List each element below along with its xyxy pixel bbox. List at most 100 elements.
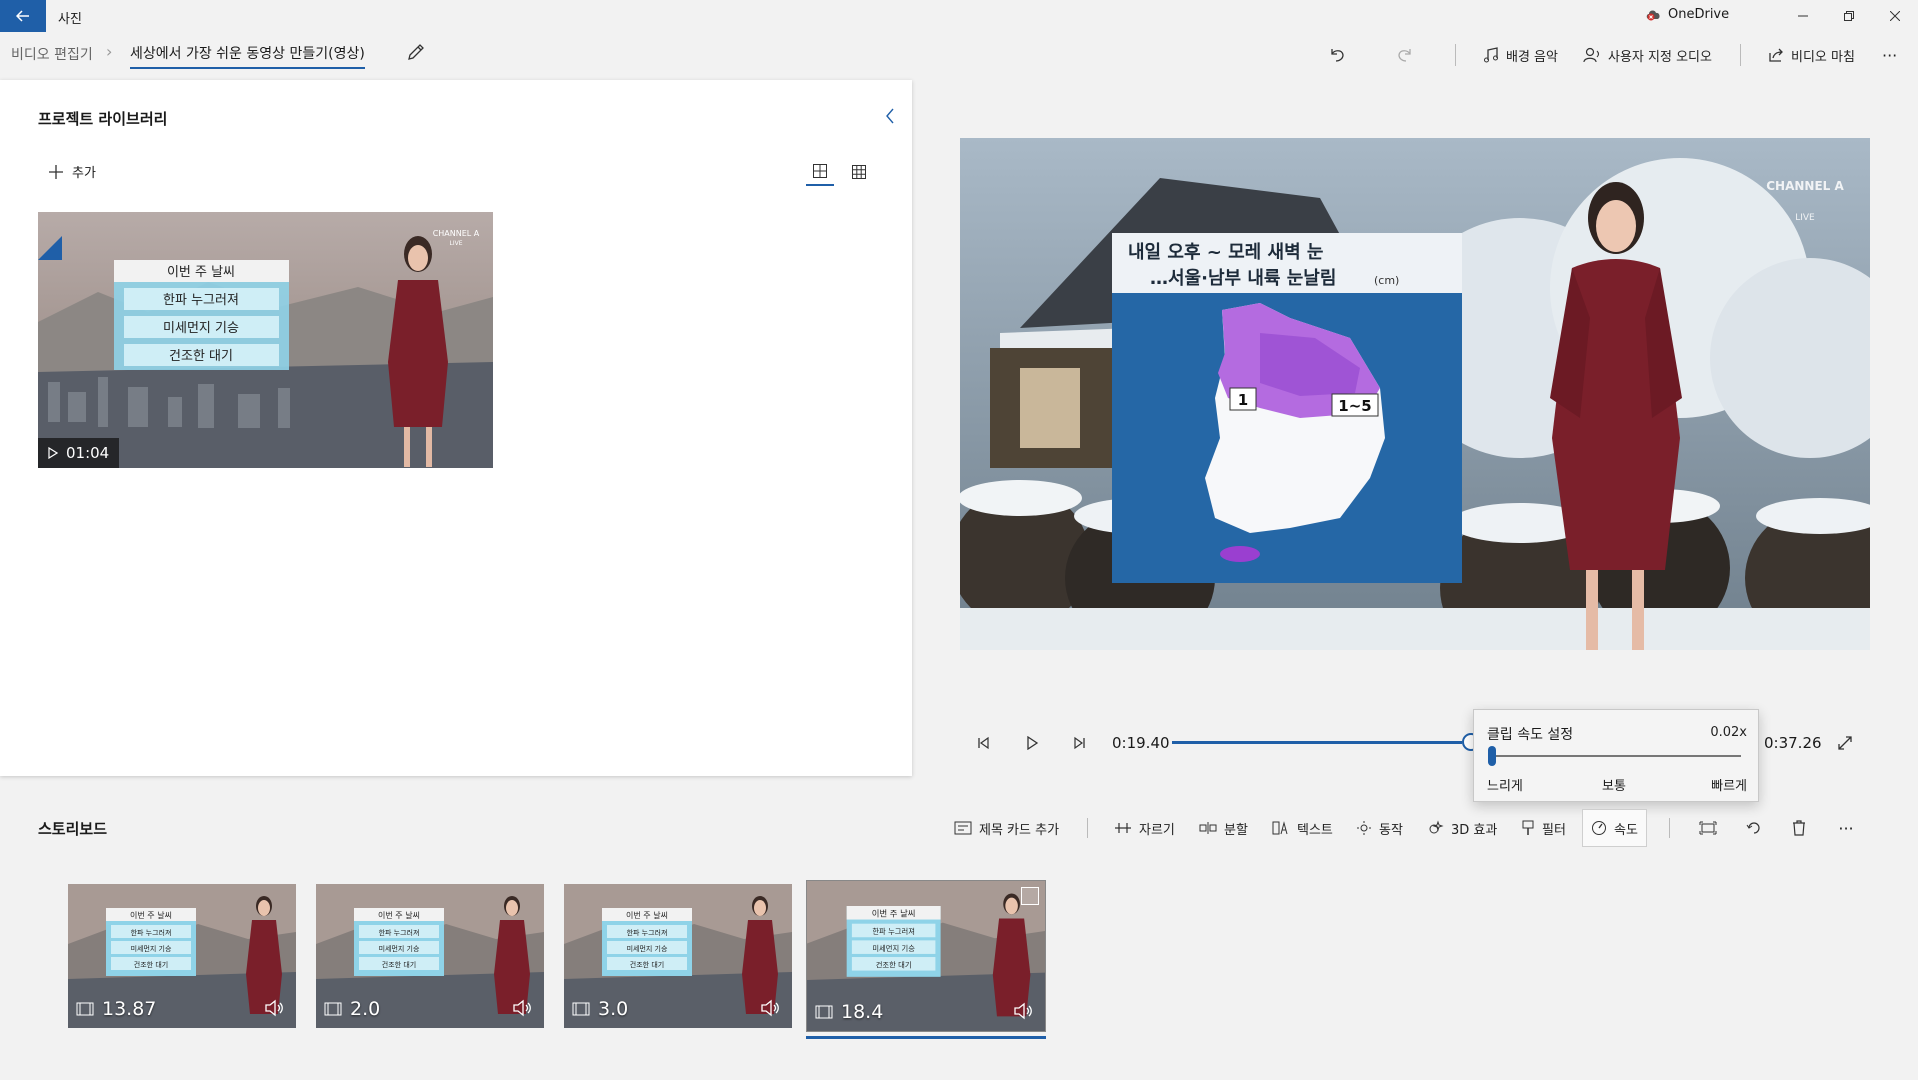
rename-pencil-icon[interactable] [406, 42, 426, 62]
onedrive-label: OneDrive [1668, 7, 1730, 22]
clip-duration-overlay: 18.4 [815, 1001, 883, 1023]
trim-button[interactable]: 자르기 [1114, 814, 1175, 842]
storyboard-clip[interactable]: 이번 주 날씨 한파 누그러져 미세먼지 기승 건조한 대기 2.0 [316, 884, 544, 1028]
volume-icon[interactable] [1013, 1001, 1035, 1021]
clip-card-line-1: 한파 누그러져 [627, 928, 668, 937]
clip-card-line-3: 건조한 대기 [630, 960, 664, 969]
clip-card-line-2: 미세먼지 기승 [379, 944, 420, 953]
storyboard-clip[interactable]: 이번 주 날씨 한파 누그러져 미세먼지 기승 건조한 대기 13.87 [68, 884, 296, 1028]
storyboard-clip[interactable]: 이번 주 날씨 한파 누그러져 미세먼지 기승 건조한 대기 18.4 [806, 880, 1046, 1032]
small-grid-view-button[interactable] [845, 158, 873, 186]
library-card-line-1: 한파 누그러져 [163, 293, 239, 308]
motion-icon [1356, 820, 1372, 836]
library-channel-logo: CHANNEL A [433, 229, 480, 238]
undo-icon [1328, 46, 1346, 64]
play-icon [1025, 736, 1039, 750]
clip-card-title: 이번 주 날씨 [626, 910, 668, 920]
fullscreen-button[interactable] [1832, 730, 1858, 756]
large-grid-view-button[interactable] [806, 158, 834, 186]
background-music-label: 배경 음악 [1506, 49, 1558, 65]
preview-region-a: 1 [1238, 391, 1248, 409]
filters-label: 필터 [1542, 822, 1566, 838]
next-frame-button[interactable] [1065, 730, 1095, 756]
film-icon [572, 1002, 590, 1016]
person-audio-icon [1583, 47, 1601, 63]
clip-speed-popup: 클립 속도 설정 0.02x 느리게 보통 빠르게 [1473, 709, 1759, 802]
background-music-button[interactable]: 배경 음악 [1483, 42, 1558, 68]
motion-button[interactable]: 동작 [1356, 814, 1403, 842]
more-options-button[interactable]: ··· [1882, 42, 1897, 68]
remove-black-bars-button[interactable] [1694, 814, 1722, 842]
motion-label: 동작 [1379, 822, 1403, 838]
speed-slider-thumb[interactable] [1488, 746, 1496, 766]
clip-card-line-2: 미세먼지 기승 [627, 944, 668, 953]
split-button[interactable]: 분할 [1199, 814, 1248, 842]
split-label: 분할 [1224, 822, 1248, 838]
onedrive-error-icon [1646, 9, 1662, 21]
storyboard-clip[interactable]: 이번 주 날씨 한파 누그러져 미세먼지 기승 건조한 대기 3.0 [564, 884, 792, 1028]
volume-icon[interactable] [512, 998, 534, 1018]
clip-card-line-3: 건조한 대기 [876, 960, 912, 969]
clip-select-checkbox[interactable] [1021, 887, 1039, 905]
library-video-item[interactable]: 이번 주 날씨 한파 누그러져 미세먼지 기승 건조한 대기 CHANNEL A… [38, 212, 493, 468]
filter-brush-icon [1521, 820, 1535, 836]
play-button[interactable] [1017, 730, 1047, 756]
text-icon [1272, 821, 1290, 835]
back-button[interactable] [0, 0, 46, 32]
clip-card-line-1: 한파 누그러져 [131, 928, 172, 937]
share-export-icon [1768, 47, 1784, 63]
volume-icon[interactable] [264, 998, 286, 1018]
add-title-card-label: 제목 카드 추가 [979, 822, 1060, 838]
undo-button[interactable] [1322, 40, 1352, 70]
storyboard-divider [1087, 818, 1088, 838]
finish-video-button[interactable]: 비디오 마침 [1768, 42, 1855, 68]
trim-label: 자르기 [1139, 822, 1175, 838]
restore-button[interactable] [1826, 0, 1872, 32]
clip-speed-title: 클립 속도 설정 [1487, 727, 1574, 743]
seek-bar[interactable] [1172, 741, 1462, 744]
preview-headline-1: 내일 오후 ~ 모레 새벽 눈 [1128, 242, 1323, 263]
breadcrumb-video-editor[interactable]: 비디오 편집기 [11, 44, 93, 64]
speed-slider-track[interactable] [1491, 755, 1741, 757]
text-button[interactable]: 텍스트 [1272, 814, 1333, 842]
add-title-card-button[interactable]: 제목 카드 추가 [954, 814, 1059, 842]
preview-headline-2: …서울·남부 내륙 눈날림 [1150, 268, 1336, 289]
clip-duration: 18.4 [841, 1001, 884, 1023]
clip-duration-overlay: 13.87 [76, 998, 156, 1020]
add-media-button[interactable]: 추가 [48, 162, 96, 181]
library-card-title: 이번 주 날씨 [167, 265, 235, 280]
speed-fast-label: 빠르게 [1711, 779, 1747, 794]
close-button[interactable] [1872, 0, 1918, 32]
rotate-button[interactable] [1740, 814, 1768, 842]
trim-icon [1114, 821, 1132, 835]
project-name[interactable]: 세상에서 가장 쉬운 동영상 만들기(영상) [130, 43, 365, 69]
previous-frame-button[interactable] [968, 730, 998, 756]
rotate-icon [1746, 820, 1762, 836]
clip-card-line-1: 한파 누그러져 [379, 928, 420, 937]
restore-icon [1844, 11, 1854, 21]
clip-speed-value: 0.02x [1710, 725, 1747, 740]
project-library-panel: 프로젝트 라이브러리 추가 이번 주 날씨 한파 누그러져 미세먼지 기승 건조… [0, 80, 912, 776]
library-duration: 01:04 [66, 444, 110, 462]
finish-video-label: 비디오 마침 [1791, 49, 1855, 65]
breadcrumb-separator: › [106, 42, 113, 61]
minimize-icon [1798, 11, 1808, 21]
volume-icon[interactable] [760, 998, 782, 1018]
video-preview[interactable]: 내일 오후 ~ 모레 새벽 눈 …서울·남부 내륙 눈날림 (cm) 1 1~5… [960, 138, 1870, 650]
filters-button[interactable]: 필터 [1521, 814, 1566, 842]
clip-card-title: 이번 주 날씨 [872, 908, 916, 918]
3d-effects-button[interactable]: 3D 효과 [1428, 814, 1497, 842]
storyboard-more-label: ··· [1838, 818, 1854, 838]
title-bar: 사진 OneDrive [0, 0, 1918, 32]
delete-clip-button[interactable] [1785, 814, 1813, 842]
collapse-library-button[interactable] [878, 104, 902, 128]
large-grid-icon [812, 163, 828, 179]
minimize-button[interactable] [1780, 0, 1826, 32]
speed-normal-label: 보통 [1602, 779, 1626, 794]
play-small-icon [48, 447, 58, 459]
speed-button[interactable]: 속도 [1582, 809, 1647, 847]
onedrive-status[interactable]: OneDrive [1646, 7, 1729, 22]
custom-audio-button[interactable]: 사용자 지정 오디오 [1583, 42, 1712, 68]
redo-button[interactable] [1390, 40, 1420, 70]
storyboard-more-button[interactable]: ··· [1832, 814, 1860, 842]
